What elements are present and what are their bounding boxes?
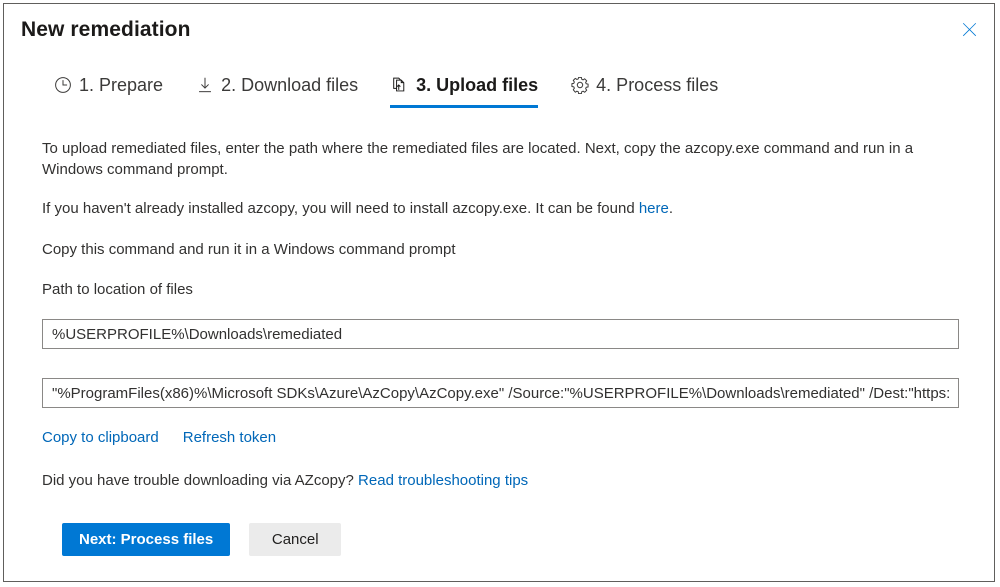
tab-label: 4. Process files [596,75,719,95]
wizard-tabs: 1. Prepare 2. Download files 3. Upload f… [4,74,750,114]
clock-icon [53,76,72,95]
download-icon [195,76,214,95]
tab-process-files[interactable]: 4. Process files [570,74,718,108]
close-button[interactable] [950,12,988,46]
dialog-footer-buttons: Next: Process files Cancel [62,523,342,556]
intro-paragraph: To upload remediated files, enter the pa… [42,140,914,178]
path-field-label: Path to location of files [42,281,193,298]
tab-label: 3. Upload files [416,75,539,95]
new-remediation-dialog: New remediation 1. Prepare 2. Download f… [3,3,995,582]
tab-label: 1. Prepare [79,75,164,95]
troubleshooting-row: Did you have trouble downloading via AZc… [42,471,528,491]
cancel-button[interactable]: Cancel [249,523,342,556]
copy-command-paragraph: Copy this command and run it in a Window… [42,241,456,258]
tab-prepare[interactable]: 1. Prepare [53,74,163,108]
azcopy-install-text-suffix: . [668,200,674,217]
command-actions: Copy to clipboard Refresh token [42,429,276,446]
close-icon [962,22,977,37]
tab-label: 2. Download files [221,75,359,95]
azcopy-install-paragraph: If you haven't already installed azcopy,… [42,198,922,219]
tab-download-files[interactable]: 2. Download files [195,74,358,108]
gear-icon [570,76,589,95]
read-troubleshooting-tips-link[interactable]: Read troubleshooting tips [358,472,528,489]
copy-to-clipboard-link[interactable]: Copy to clipboard [42,429,159,446]
next-process-files-button[interactable]: Next: Process files [62,523,231,556]
file-upload-icon [390,76,409,95]
tab-upload-files[interactable]: 3. Upload files [390,74,539,108]
azcopy-command-input[interactable] [42,378,959,408]
dialog-titlebar: New remediation [4,4,994,56]
troubleshooting-text: Did you have trouble downloading via AZc… [42,472,359,489]
here-link[interactable]: here [639,200,669,217]
refresh-token-link[interactable]: Refresh token [183,429,276,446]
azcopy-install-text: If you haven't already installed azcopy,… [42,200,639,217]
page-title: New remediation [21,18,191,41]
path-input[interactable] [42,319,959,349]
